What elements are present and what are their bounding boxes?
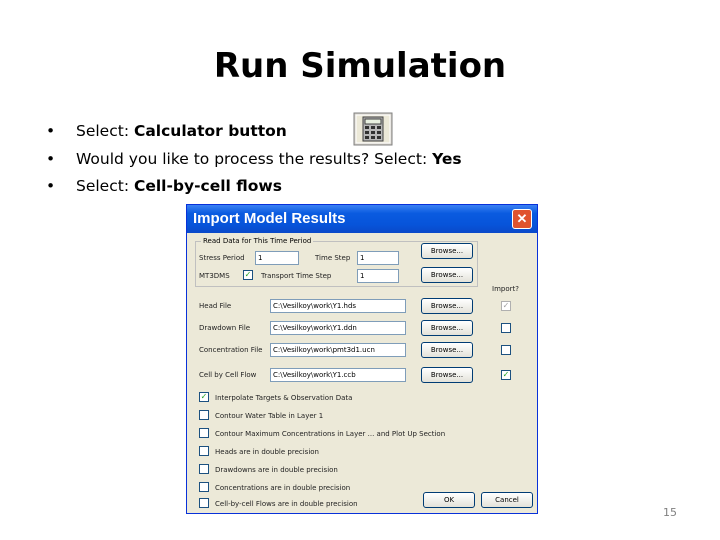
bullet-dot: • [46, 149, 56, 168]
import-column-label: Import? [492, 285, 519, 293]
drawdown-import-checkbox[interactable] [501, 323, 511, 333]
cell-by-cell-import-checkbox[interactable]: ✓ [501, 370, 511, 380]
stress-period-input[interactable]: 1 [255, 251, 299, 265]
calculator-icon [353, 112, 393, 146]
browse-button-period[interactable]: Browse... [421, 243, 473, 259]
bullet-item: • Select: Calculator button [46, 118, 462, 146]
head-file-input[interactable]: C:\Vesilkoy\work\Y1.hds [270, 299, 406, 313]
option-checkbox[interactable] [199, 446, 209, 456]
bullet-bold-text: Yes [432, 149, 462, 168]
head-import-checkbox[interactable]: ✓ [501, 301, 511, 311]
bullet-text: Would you like to process the results? S… [76, 149, 433, 168]
ok-button[interactable]: OK [423, 492, 475, 508]
mt3dms-checkbox[interactable]: ✓ [243, 270, 253, 280]
browse-button-concentration[interactable]: Browse... [421, 342, 473, 358]
drawdown-file-label: Drawdown File [199, 324, 251, 332]
close-icon: ✕ [516, 211, 528, 226]
bullet-text: Select: [76, 177, 134, 195]
transport-time-step-input[interactable]: 1 [357, 269, 399, 283]
option-label: Drawdowns are in double precision [215, 466, 338, 474]
option-label: Contour Maximum Concentrations in Layer … [215, 430, 446, 438]
option-checkbox[interactable] [199, 498, 209, 508]
bullet-dot: • [46, 122, 56, 140]
concentration-file-label: Concentration File [199, 346, 263, 354]
page-number: 15 [663, 506, 677, 519]
import-model-results-dialog: Import Model Results ✕ Read Data for Thi… [186, 204, 538, 514]
concentration-import-checkbox[interactable] [501, 345, 511, 355]
option-checkbox[interactable] [199, 428, 209, 438]
bullet-list: • Select: Calculator button • Would you li… [46, 118, 462, 201]
mt3dms-label: MT3DMS [199, 272, 230, 280]
bullet-text: Select: [76, 122, 134, 140]
bullet-item: • Would you like to process the results? … [46, 146, 462, 174]
close-button[interactable]: ✕ [512, 209, 532, 229]
option-checkbox[interactable] [199, 410, 209, 420]
option-label: Contour Water Table in Layer 1 [215, 412, 324, 420]
transport-time-step-label: Transport Time Step [261, 272, 332, 280]
drawdown-file-input[interactable]: C:\Vesilkoy\work\Y1.ddn [270, 321, 406, 335]
option-checkbox[interactable]: ✓ [199, 392, 209, 402]
bullet-dot: • [46, 177, 56, 195]
slide-title: Run Simulation [213, 46, 507, 86]
browse-button-drawdown[interactable]: Browse... [421, 320, 473, 336]
option-checkbox[interactable] [199, 482, 209, 492]
time-step-label: Time Step [315, 254, 351, 262]
stress-period-label: Stress Period [199, 254, 245, 262]
time-period-group-label: Read Data for This Time Period [201, 237, 314, 245]
cell-by-cell-flow-label: Cell by Cell Flow [199, 371, 257, 379]
bullet-bold-text: Calculator button [133, 122, 287, 140]
browse-button-transport[interactable]: Browse... [421, 267, 473, 283]
bullet-bold-text: Cell-by-cell flows [133, 177, 282, 195]
head-file-label: Head File [199, 302, 232, 310]
option-label: Interpolate Targets & Observation Data [215, 394, 353, 402]
cancel-button[interactable]: Cancel [481, 492, 533, 508]
concentration-file-input[interactable]: C:\Vesilkoy\work\pmt3d1.ucn [270, 343, 406, 357]
option-label: Cell-by-cell Flows are in double precisi… [215, 500, 358, 508]
dialog-title: Import Model Results [193, 210, 346, 227]
time-step-input[interactable]: 1 [357, 251, 399, 265]
browse-button-cell-by-cell[interactable]: Browse... [421, 367, 473, 383]
browse-button-head[interactable]: Browse... [421, 298, 473, 314]
option-label: Heads are in double precision [215, 448, 319, 456]
option-checkbox[interactable] [199, 464, 209, 474]
option-label: Concentrations are in double precision [215, 484, 351, 492]
cell-by-cell-flow-input[interactable]: C:\Vesilkoy\work\Y1.ccb [270, 368, 406, 382]
bullet-item: • Select: Cell-by-cell flows [46, 173, 462, 201]
dialog-titlebar[interactable]: Import Model Results ✕ [187, 205, 537, 233]
